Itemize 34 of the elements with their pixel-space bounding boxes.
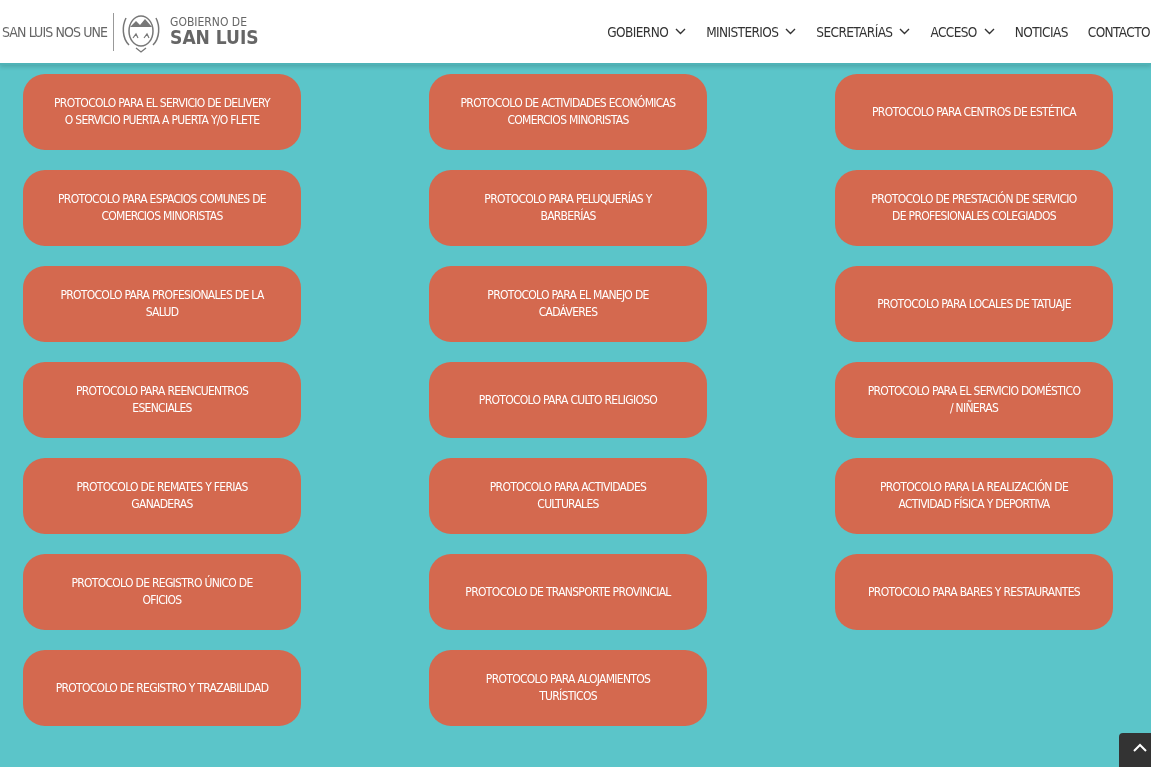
protocol-button[interactable]: PROTOCOLO DE REMATES Y FERIAS GANADERAS — [23, 458, 301, 534]
logo-text: GOBIERNO DE — [170, 16, 248, 28]
chevron-down-icon — [675, 28, 687, 35]
protocol-button[interactable]: PROTOCOLO PARA EL SERVICIO DOMÉSTICO / NIÑERAS — [835, 362, 1113, 438]
chevron-down-icon — [983, 28, 995, 35]
chevron-up-icon — [1133, 743, 1147, 752]
protocol-button[interactable]: PROTOCOLO PARA REENCUENTROS ESENCIALES — [23, 362, 301, 438]
nav-link[interactable]: CONTACTO — [1087, 23, 1150, 40]
protocol-button[interactable]: PROTOCOLO PARA CULTO RELIGIOSO — [429, 362, 707, 438]
protocol-button[interactable]: PROTOCOLO DE ACTIVIDADES ECONÓMICAS COMERCIOS MINORISTAS — [429, 74, 707, 150]
protocol-button[interactable]: PROTOCOLO DE REGISTRO ÚNICO DE OFICIOS — [23, 554, 301, 630]
slogan: SAN LUIS NOS UNE — [2, 23, 108, 40]
protocol-button[interactable]: PROTOCOLO PARA BARES Y RESTAURANTES — [835, 554, 1113, 630]
protocol-button[interactable]: PROTOCOLO PARA LA REALIZACIÓN DE ACTIVIDAD FÍSICA Y DEPORTIVA — [835, 458, 1113, 534]
protocol-button[interactable]: PROTOCOLO PARA ACTIVIDADES CULTURALES — [429, 458, 707, 534]
protocol-button[interactable]: PROTOCOLO PARA LOCALES DE TATUAJE — [835, 266, 1113, 342]
nav-link[interactable]: NOTICIAS — [1014, 23, 1068, 40]
protocol-button[interactable]: PROTOCOLO DE PRESTACIÓN DE SERVICIO DE PROFESIONALES COLEGIADOS — [835, 170, 1113, 246]
protocol-button[interactable]: PROTOCOLO DE TRANSPORTE PROVINCIAL — [429, 554, 707, 630]
nav-link[interactable]: ACCESO — [930, 23, 995, 40]
protocol-button[interactable]: PROTOCOLO PARA EL SERVICIO DE DELIVERY O SERVICIO PUERTA A PUERTA Y/O FLETE — [23, 74, 301, 150]
protocol-button[interactable]: PROTOCOLO PARA EL MANEJO DE CADÁVERES — [429, 266, 707, 342]
logo-text: SAN LUIS — [170, 28, 259, 47]
protocol-button[interactable]: PROTOCOLO PARA ESPACIOS COMUNES DE COMERCIOS MINORISTAS — [23, 170, 301, 246]
chevron-down-icon — [899, 28, 911, 35]
nav-link[interactable]: GOBIERNO — [607, 23, 687, 40]
protocol-button[interactable]: PROTOCOLO PARA PROFESIONALES DE LA SALUD — [23, 266, 301, 342]
chevron-down-icon — [785, 28, 797, 35]
protocol-button[interactable]: PROTOCOLO PARA PELUQUERÍAS Y BARBERÍAS — [429, 170, 707, 246]
protocol-button[interactable]: PROTOCOLO PARA CENTROS DE ESTÉTICA — [835, 74, 1113, 150]
protocol-button[interactable]: PROTOCOLO DE REGISTRO Y TRAZABILIDAD — [23, 650, 301, 726]
nav-link[interactable]: MINISTERIOS — [706, 23, 797, 40]
protocol-button[interactable]: PROTOCOLO PARA ALOJAMIENTOS TURÍSTICOS — [429, 650, 707, 726]
nav-link[interactable]: SECRETARÍAS — [816, 23, 911, 40]
